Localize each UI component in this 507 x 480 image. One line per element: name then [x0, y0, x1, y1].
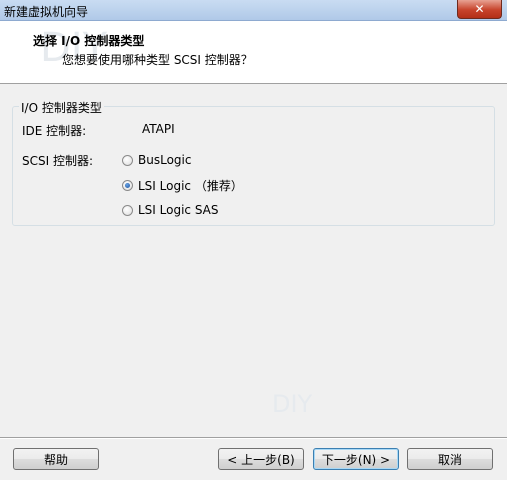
- footer-divider: [0, 437, 507, 439]
- watermark-logo: DIY: [272, 390, 313, 418]
- next-button[interactable]: 下一步(N) >: [313, 448, 399, 470]
- back-button[interactable]: < 上一步(B): [218, 448, 304, 470]
- close-button[interactable]: ✕: [457, 0, 502, 19]
- page-subtitle: 您想要使用哪种类型 SCSI 控制器？: [62, 53, 253, 67]
- cancel-button[interactable]: 取消: [407, 448, 493, 470]
- page-title: 选择 I/O 控制器类型: [33, 34, 145, 48]
- radio-unchecked-icon[interactable]: [122, 154, 133, 166]
- radio-lsi-logic-sas[interactable]: LSI Logic SAS: [122, 202, 219, 218]
- radio-checked-icon[interactable]: [122, 179, 133, 191]
- window-title: 新建虚拟机向导: [4, 5, 89, 19]
- radio-buslogic[interactable]: BusLogic: [122, 152, 191, 168]
- group-legend: I/O 控制器类型: [19, 99, 104, 116]
- wizard-header: DIY 选择 I/O 控制器类型 您想要使用哪种类型 SCSI 控制器？: [0, 21, 507, 84]
- radio-lsi-logic[interactable]: LSI Logic （推荐）: [122, 177, 243, 193]
- radio-label: LSI Logic （推荐）: [138, 178, 243, 193]
- title-bar: 新建虚拟机向导 ✕: [0, 0, 507, 21]
- radio-label: LSI Logic SAS: [138, 203, 219, 217]
- help-button[interactable]: 帮助: [13, 448, 99, 470]
- scsi-controller-label: SCSI 控制器:: [22, 154, 94, 168]
- radio-unchecked-icon[interactable]: [122, 204, 133, 216]
- radio-label: BusLogic: [138, 153, 192, 167]
- ide-controller-label: IDE 控制器:: [22, 124, 87, 138]
- ide-controller-value: ATAPI: [142, 122, 175, 136]
- close-icon: ✕: [474, 2, 485, 16]
